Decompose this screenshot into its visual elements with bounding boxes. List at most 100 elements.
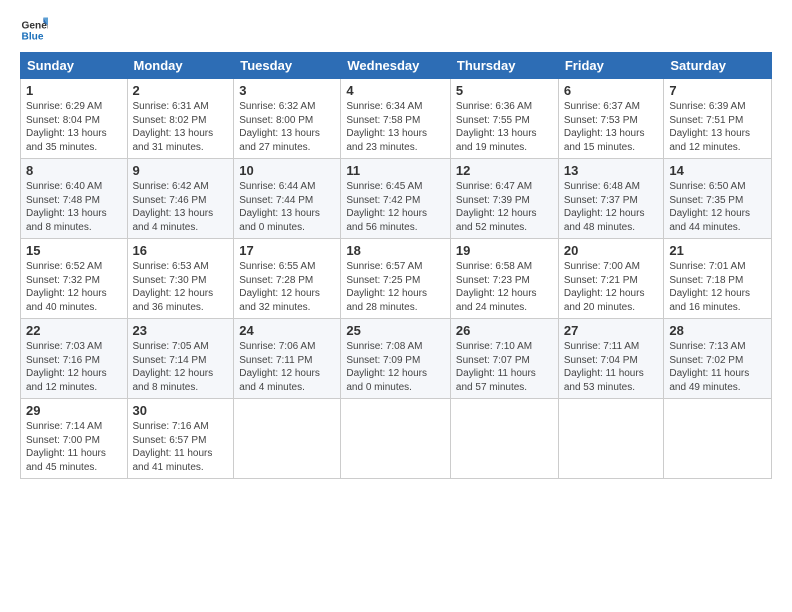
col-monday: Monday [127, 53, 234, 79]
day-info: Sunrise: 7:08 AMSunset: 7:09 PMDaylight:… [346, 341, 427, 393]
day-number: 2 [133, 83, 229, 98]
week-row-5: 29 Sunrise: 7:14 AMSunset: 7:00 PMDaylig… [21, 399, 772, 479]
day-info: Sunrise: 6:31 AMSunset: 8:02 PMDaylight:… [133, 101, 214, 153]
calendar-cell: 30 Sunrise: 7:16 AMSunset: 6:57 PMDaylig… [127, 399, 234, 479]
day-number: 11 [346, 163, 445, 178]
day-number: 17 [239, 243, 335, 258]
day-number: 24 [239, 323, 335, 338]
day-number: 4 [346, 83, 445, 98]
day-number: 6 [564, 83, 659, 98]
calendar-cell: 3 Sunrise: 6:32 AMSunset: 8:00 PMDayligh… [234, 79, 341, 159]
day-number: 13 [564, 163, 659, 178]
day-number: 14 [669, 163, 766, 178]
day-number: 25 [346, 323, 445, 338]
calendar-cell: 5 Sunrise: 6:36 AMSunset: 7:55 PMDayligh… [450, 79, 558, 159]
day-info: Sunrise: 7:16 AMSunset: 6:57 PMDaylight:… [133, 421, 213, 473]
col-sunday: Sunday [21, 53, 128, 79]
week-row-4: 22 Sunrise: 7:03 AMSunset: 7:16 PMDaylig… [21, 319, 772, 399]
calendar-cell: 26 Sunrise: 7:10 AMSunset: 7:07 PMDaylig… [450, 319, 558, 399]
calendar-cell: 20 Sunrise: 7:00 AMSunset: 7:21 PMDaylig… [558, 239, 664, 319]
col-saturday: Saturday [664, 53, 772, 79]
day-number: 27 [564, 323, 659, 338]
calendar-cell: 25 Sunrise: 7:08 AMSunset: 7:09 PMDaylig… [341, 319, 451, 399]
calendar-cell [558, 399, 664, 479]
day-number: 19 [456, 243, 553, 258]
calendar-cell: 18 Sunrise: 6:57 AMSunset: 7:25 PMDaylig… [341, 239, 451, 319]
page: General Blue Sunday Monday Tuesday Wedne… [0, 0, 792, 489]
calendar-cell: 16 Sunrise: 6:53 AMSunset: 7:30 PMDaylig… [127, 239, 234, 319]
day-number: 15 [26, 243, 122, 258]
day-info: Sunrise: 6:55 AMSunset: 7:28 PMDaylight:… [239, 261, 320, 313]
day-info: Sunrise: 7:03 AMSunset: 7:16 PMDaylight:… [26, 341, 107, 393]
week-row-2: 8 Sunrise: 6:40 AMSunset: 7:48 PMDayligh… [21, 159, 772, 239]
logo-icon: General Blue [20, 16, 48, 44]
day-info: Sunrise: 6:50 AMSunset: 7:35 PMDaylight:… [669, 181, 750, 233]
calendar-cell: 9 Sunrise: 6:42 AMSunset: 7:46 PMDayligh… [127, 159, 234, 239]
logo: General Blue [20, 16, 54, 44]
day-info: Sunrise: 6:29 AMSunset: 8:04 PMDaylight:… [26, 101, 107, 153]
day-number: 28 [669, 323, 766, 338]
col-wednesday: Wednesday [341, 53, 451, 79]
day-info: Sunrise: 7:14 AMSunset: 7:00 PMDaylight:… [26, 421, 106, 473]
header-row: Sunday Monday Tuesday Wednesday Thursday… [21, 53, 772, 79]
calendar-cell [234, 399, 341, 479]
day-info: Sunrise: 6:39 AMSunset: 7:51 PMDaylight:… [669, 101, 750, 153]
day-number: 10 [239, 163, 335, 178]
svg-text:Blue: Blue [22, 31, 44, 42]
day-number: 29 [26, 403, 122, 418]
calendar-cell: 4 Sunrise: 6:34 AMSunset: 7:58 PMDayligh… [341, 79, 451, 159]
day-info: Sunrise: 7:01 AMSunset: 7:18 PMDaylight:… [669, 261, 750, 313]
calendar-cell [341, 399, 451, 479]
day-info: Sunrise: 7:06 AMSunset: 7:11 PMDaylight:… [239, 341, 320, 393]
day-info: Sunrise: 6:57 AMSunset: 7:25 PMDaylight:… [346, 261, 427, 313]
calendar-cell [450, 399, 558, 479]
col-thursday: Thursday [450, 53, 558, 79]
day-info: Sunrise: 6:37 AMSunset: 7:53 PMDaylight:… [564, 101, 645, 153]
day-info: Sunrise: 7:05 AMSunset: 7:14 PMDaylight:… [133, 341, 214, 393]
calendar-cell [664, 399, 772, 479]
day-number: 1 [26, 83, 122, 98]
day-number: 18 [346, 243, 445, 258]
day-info: Sunrise: 6:36 AMSunset: 7:55 PMDaylight:… [456, 101, 537, 153]
day-info: Sunrise: 7:10 AMSunset: 7:07 PMDaylight:… [456, 341, 536, 393]
col-friday: Friday [558, 53, 664, 79]
calendar-cell: 13 Sunrise: 6:48 AMSunset: 7:37 PMDaylig… [558, 159, 664, 239]
day-number: 21 [669, 243, 766, 258]
calendar-cell: 17 Sunrise: 6:55 AMSunset: 7:28 PMDaylig… [234, 239, 341, 319]
calendar-cell: 14 Sunrise: 6:50 AMSunset: 7:35 PMDaylig… [664, 159, 772, 239]
col-tuesday: Tuesday [234, 53, 341, 79]
week-row-3: 15 Sunrise: 6:52 AMSunset: 7:32 PMDaylig… [21, 239, 772, 319]
day-info: Sunrise: 6:45 AMSunset: 7:42 PMDaylight:… [346, 181, 427, 233]
calendar-table: Sunday Monday Tuesday Wednesday Thursday… [20, 52, 772, 479]
day-number: 9 [133, 163, 229, 178]
day-info: Sunrise: 7:00 AMSunset: 7:21 PMDaylight:… [564, 261, 645, 313]
calendar-cell: 8 Sunrise: 6:40 AMSunset: 7:48 PMDayligh… [21, 159, 128, 239]
calendar-cell: 6 Sunrise: 6:37 AMSunset: 7:53 PMDayligh… [558, 79, 664, 159]
calendar-cell: 23 Sunrise: 7:05 AMSunset: 7:14 PMDaylig… [127, 319, 234, 399]
calendar-cell: 24 Sunrise: 7:06 AMSunset: 7:11 PMDaylig… [234, 319, 341, 399]
day-number: 3 [239, 83, 335, 98]
calendar-cell: 7 Sunrise: 6:39 AMSunset: 7:51 PMDayligh… [664, 79, 772, 159]
week-row-1: 1 Sunrise: 6:29 AMSunset: 8:04 PMDayligh… [21, 79, 772, 159]
calendar-cell: 15 Sunrise: 6:52 AMSunset: 7:32 PMDaylig… [21, 239, 128, 319]
day-info: Sunrise: 6:52 AMSunset: 7:32 PMDaylight:… [26, 261, 107, 313]
day-number: 16 [133, 243, 229, 258]
day-info: Sunrise: 7:13 AMSunset: 7:02 PMDaylight:… [669, 341, 749, 393]
calendar-cell: 28 Sunrise: 7:13 AMSunset: 7:02 PMDaylig… [664, 319, 772, 399]
calendar-cell: 27 Sunrise: 7:11 AMSunset: 7:04 PMDaylig… [558, 319, 664, 399]
calendar-cell: 21 Sunrise: 7:01 AMSunset: 7:18 PMDaylig… [664, 239, 772, 319]
day-number: 7 [669, 83, 766, 98]
day-number: 12 [456, 163, 553, 178]
calendar-cell: 1 Sunrise: 6:29 AMSunset: 8:04 PMDayligh… [21, 79, 128, 159]
day-info: Sunrise: 6:47 AMSunset: 7:39 PMDaylight:… [456, 181, 537, 233]
day-number: 30 [133, 403, 229, 418]
day-number: 8 [26, 163, 122, 178]
day-info: Sunrise: 6:32 AMSunset: 8:00 PMDaylight:… [239, 101, 320, 153]
header: General Blue [20, 16, 772, 44]
day-number: 22 [26, 323, 122, 338]
day-info: Sunrise: 6:53 AMSunset: 7:30 PMDaylight:… [133, 261, 214, 313]
calendar-cell: 12 Sunrise: 6:47 AMSunset: 7:39 PMDaylig… [450, 159, 558, 239]
day-number: 5 [456, 83, 553, 98]
calendar-cell: 19 Sunrise: 6:58 AMSunset: 7:23 PMDaylig… [450, 239, 558, 319]
day-info: Sunrise: 6:58 AMSunset: 7:23 PMDaylight:… [456, 261, 537, 313]
